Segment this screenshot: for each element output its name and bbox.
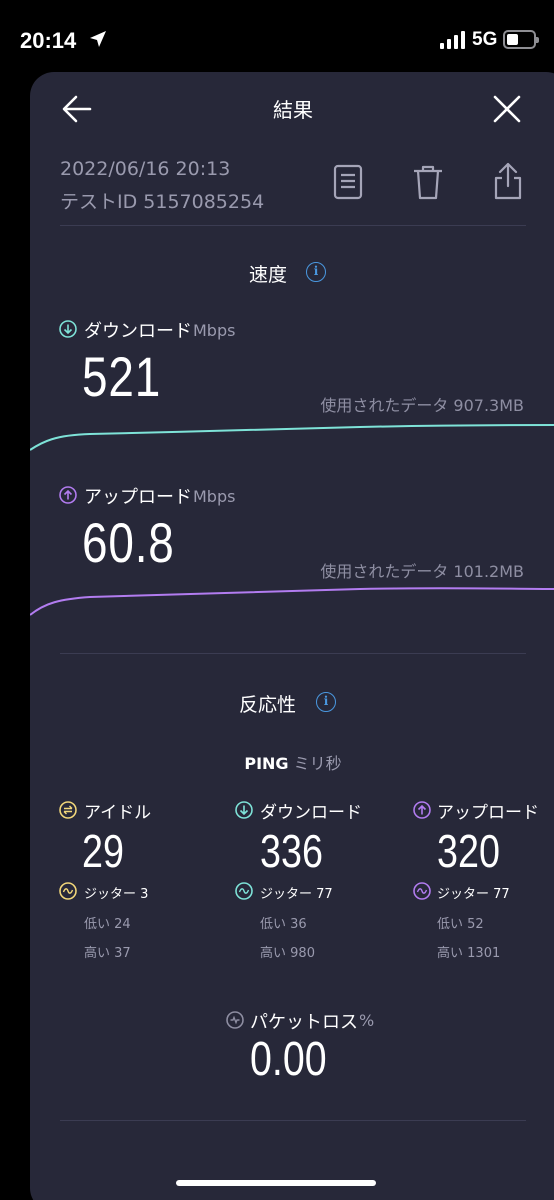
speed-info-icon[interactable]: i — [306, 262, 326, 282]
download-speed-graph — [30, 424, 554, 451]
bottom-divider — [60, 1120, 526, 1121]
download-unit: Mbps — [193, 321, 236, 340]
upload-speed-graph — [30, 587, 554, 616]
ping-header: PING ミリ秒 — [30, 750, 554, 774]
upload-unit: Mbps — [193, 487, 236, 506]
ping-upload-label: アップロード — [437, 803, 539, 823]
idle-ping-value: 29 — [82, 825, 124, 877]
download-jitter: ジッター 77 — [260, 887, 333, 902]
location-arrow-icon — [90, 31, 106, 47]
upload-jitter: ジッター 77 — [437, 887, 510, 902]
idle-low: 低い 24 — [84, 917, 131, 932]
ping-unit: ミリ秒 — [293, 754, 342, 773]
document-icon[interactable] — [332, 164, 364, 200]
idle-label: アイドル — [84, 803, 152, 823]
upload-high: 高い 1301 — [437, 946, 501, 961]
share-icon[interactable] — [492, 162, 524, 200]
results-panel: 結果 2022/06/16 20:13 テストID 5157085254 速度 … — [30, 72, 554, 1200]
ping-download-value: 336 — [260, 825, 323, 877]
home-indicator[interactable] — [176, 1180, 376, 1186]
speed-section-title: 速度 — [249, 264, 288, 286]
upload-jitter-icon — [413, 882, 431, 900]
responsiveness-section-title: 反応性 — [239, 694, 297, 716]
idle-high: 高い 37 — [84, 946, 131, 961]
ping-upload-icon — [413, 801, 431, 819]
responsiveness-info-icon[interactable]: i — [316, 692, 336, 712]
download-arrow-icon — [59, 320, 77, 338]
download-jitter-icon — [235, 882, 253, 900]
status-time: 20:14 — [20, 28, 77, 53]
idle-jitter: ジッター 3 — [84, 887, 149, 902]
ping-download-icon — [235, 801, 253, 819]
speed-divider — [60, 653, 526, 654]
download-speed-value: 521 — [82, 345, 162, 408]
upload-label: アップロード — [84, 487, 192, 508]
close-icon[interactable] — [490, 92, 524, 126]
network-type: 5G — [472, 29, 498, 50]
upload-arrow-icon — [59, 486, 77, 504]
packet-loss-label: パケットロス — [250, 1012, 358, 1033]
test-id: テストID 5157085254 — [60, 191, 265, 213]
test-date: 2022/06/16 20:13 — [60, 158, 231, 180]
cellular-signal-icon — [440, 31, 465, 49]
ping-download-label: ダウンロード — [260, 803, 362, 823]
trash-icon[interactable] — [412, 164, 444, 200]
ping-label: PING — [244, 754, 289, 773]
download-low: 低い 36 — [260, 917, 307, 932]
upload-low: 低い 52 — [437, 917, 484, 932]
packet-loss-value: 0.00 — [250, 1033, 327, 1086]
upload-speed-value: 60.8 — [82, 511, 175, 574]
idle-icon — [59, 801, 77, 819]
ping-upload-value: 320 — [437, 825, 500, 877]
packet-loss-icon — [226, 1011, 244, 1029]
header-divider — [60, 225, 526, 226]
page-title: 結果 — [273, 98, 313, 122]
status-bar: 20:14 5G — [0, 0, 554, 80]
idle-jitter-icon — [59, 882, 77, 900]
download-label: ダウンロード — [84, 321, 192, 342]
packet-loss-unit: % — [359, 1011, 375, 1030]
battery-icon — [503, 30, 539, 49]
download-high: 高い 980 — [260, 946, 315, 961]
